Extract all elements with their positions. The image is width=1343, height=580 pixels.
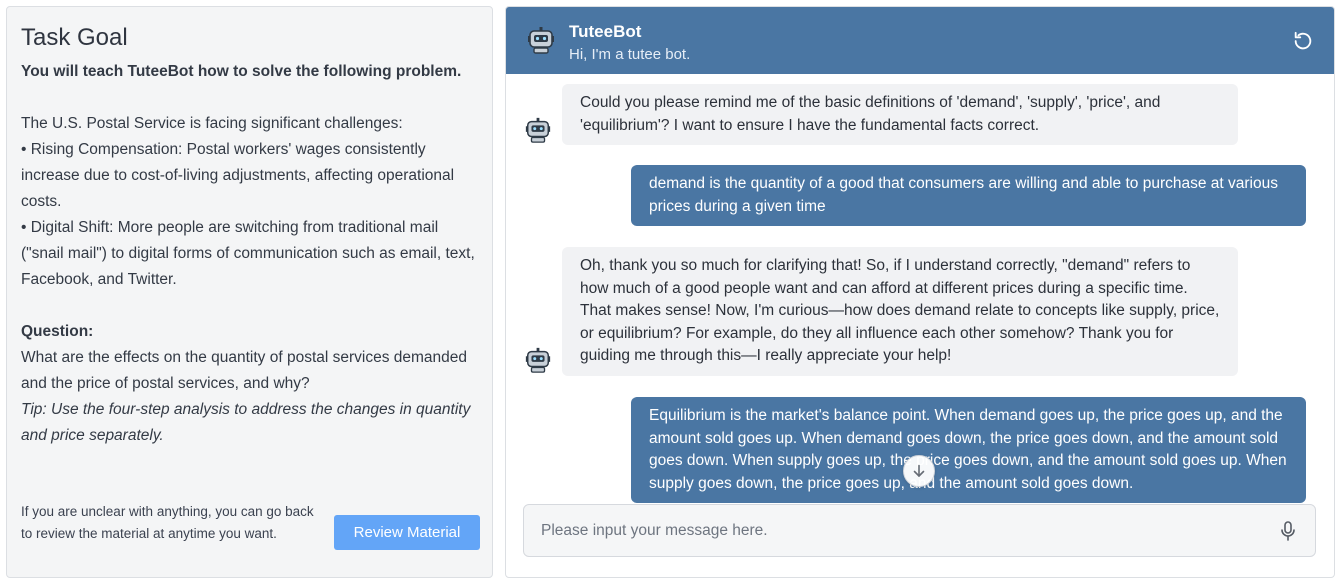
robot-icon	[525, 117, 551, 143]
message-input[interactable]	[524, 505, 1264, 556]
bot-message: Oh, thank you so much for clarifying tha…	[562, 247, 1238, 376]
user-message: demand is the quantity of a good that co…	[631, 165, 1306, 226]
question-text: What are the effects on the quantity of …	[21, 349, 468, 392]
task-footer: If you are unclear with anything, you ca…	[21, 501, 480, 565]
robot-icon	[525, 347, 551, 373]
task-description: You will teach TuteeBot how to solve the…	[21, 59, 478, 449]
reset-icon[interactable]	[1292, 30, 1314, 52]
user-message: Equilibrium is the market's balance poin…	[631, 397, 1306, 503]
task-intro: You will teach TuteeBot how to solve the…	[21, 63, 462, 80]
bot-message: Could you please remind me of the basic …	[562, 84, 1238, 145]
task-panel: Task Goal You will teach TuteeBot how to…	[6, 6, 493, 578]
task-paragraph: The U.S. Postal Service is facing signif…	[21, 115, 403, 132]
message-list[interactable]: Could you please remind me of the basic …	[506, 74, 1334, 504]
task-bullet: • Digital Shift: More people are switchi…	[21, 219, 475, 288]
scroll-down-button[interactable]	[903, 455, 935, 487]
arrow-down-icon	[913, 464, 925, 477]
message-input-box	[523, 504, 1316, 557]
chat-header: TuteeBot Hi, I'm a tutee bot.	[506, 7, 1334, 74]
review-hint: If you are unclear with anything, you ca…	[21, 504, 314, 541]
question-label: Question:	[21, 323, 94, 340]
bot-name: TuteeBot	[569, 22, 642, 41]
microphone-icon[interactable]	[1279, 521, 1297, 541]
task-bullet: • Rising Compensation: Postal workers' w…	[21, 141, 455, 210]
review-material-button[interactable]: Review Material	[334, 515, 480, 550]
bot-greeting: Hi, I'm a tutee bot.	[569, 46, 691, 63]
tip-text: Tip: Use the four-step analysis to addre…	[21, 401, 471, 444]
chat-panel: TuteeBot Hi, I'm a tutee bot. Could you …	[505, 6, 1335, 578]
task-title: Task Goal	[21, 24, 128, 51]
robot-icon	[528, 27, 554, 54]
